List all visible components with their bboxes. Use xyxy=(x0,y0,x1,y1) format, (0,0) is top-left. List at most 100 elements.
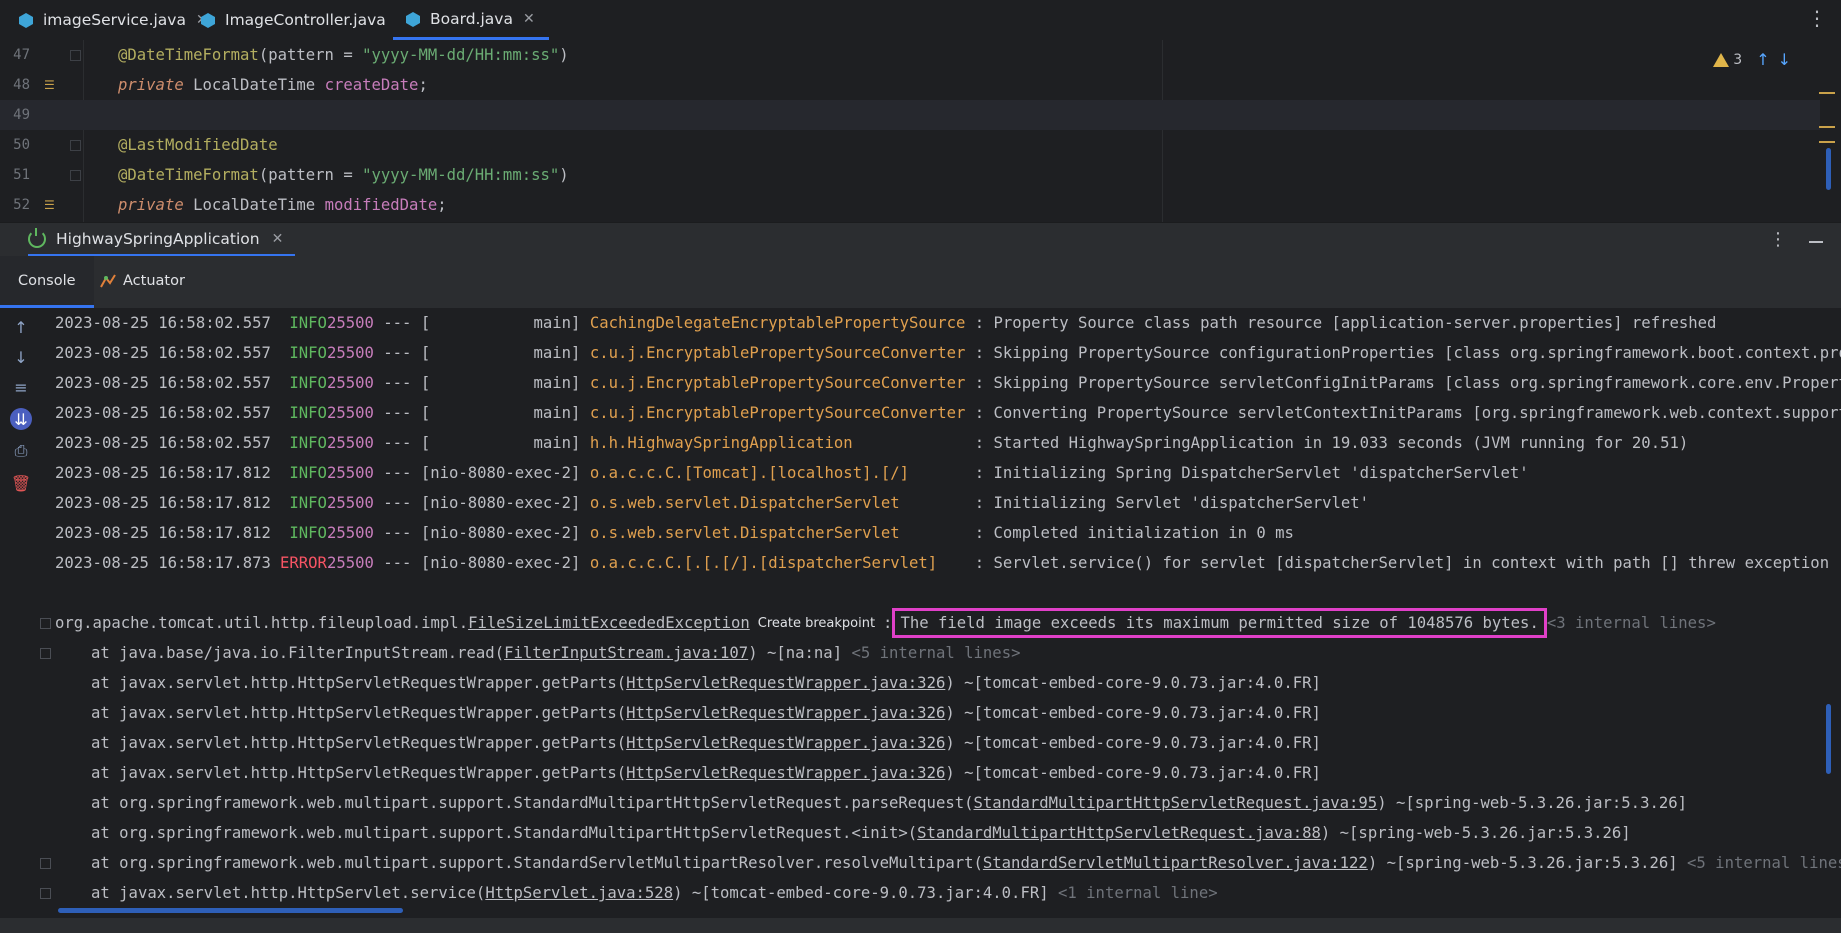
clear-all-icon[interactable]: 🗑 xyxy=(10,472,32,494)
log-pid: 25500 xyxy=(326,524,374,542)
source-link[interactable]: StandardServletMultipartResolver.java:12… xyxy=(983,854,1368,872)
warning-stripe[interactable] xyxy=(1819,141,1835,143)
stack-frame: at javax.servlet.http.HttpServletRequest… xyxy=(91,728,1321,758)
code-line: 51 @DateTimeFormat(pattern = "yyyy-MM-dd… xyxy=(0,160,1820,190)
tab-label: ImageController.java xyxy=(225,11,386,29)
scroll-up-icon[interactable]: ↑ xyxy=(10,316,32,338)
tab-actuator[interactable]: Actuator xyxy=(100,256,185,305)
scroll-down-icon[interactable]: ↓ xyxy=(10,346,32,368)
exception-line: org.apache.tomcat.util.http.fileupload.i… xyxy=(55,608,1716,638)
log-message: : Property Source class path resource [a… xyxy=(965,314,1717,332)
inspection-widget[interactable]: 3 ↑ ↓ xyxy=(1713,50,1791,69)
stack-frame: at javax.servlet.http.HttpServlet.servic… xyxy=(91,878,1218,908)
scroll-to-end-icon[interactable]: ⇊ xyxy=(10,408,32,430)
internal-lines-link[interactable]: <5 internal lines> xyxy=(851,644,1020,662)
log-message: : Servlet.service() for servlet [dispatc… xyxy=(965,554,1841,572)
console-vertical-scrollbar[interactable] xyxy=(1826,704,1831,774)
log-thread: --- [ main] xyxy=(373,314,590,332)
run-window-actions: ⋮ xyxy=(1769,229,1823,250)
stack-frame-jar: ) ~[spring-web-5.3.26.jar:5.3.26] xyxy=(1367,854,1688,872)
warning-stripe[interactable] xyxy=(1819,92,1835,94)
log-line: 2023-08-25 16:58:17.812 INFO 25500 --- [n… xyxy=(55,488,1369,518)
fold-marker[interactable] xyxy=(40,888,51,899)
source-link[interactable]: FilterInputStream.java:107 xyxy=(504,644,748,662)
power-icon xyxy=(28,227,46,248)
status-bar xyxy=(0,918,1841,933)
log-logger: o.a.c.c.C.[.[.[/].[dispatcherServlet] xyxy=(589,554,966,572)
stack-frame: at javax.servlet.http.HttpServletRequest… xyxy=(91,758,1321,788)
line-number: 47 xyxy=(13,47,30,63)
code-text: @DateTimeFormat(pattern = "yyyy-MM-dd/HH… xyxy=(118,166,569,184)
log-level: ERROR xyxy=(279,554,327,572)
source-link[interactable]: HttpServletRequestWrapper.java:326 xyxy=(626,704,945,722)
exception-class-link[interactable]: FileSizeLimitExceededException xyxy=(468,614,750,632)
tab-image-service[interactable]: imageService.java ✕ xyxy=(18,0,208,40)
print-icon[interactable]: ⎙ xyxy=(10,440,32,462)
soft-wrap-icon[interactable]: ≡ xyxy=(10,376,32,398)
log-level: INFO xyxy=(289,494,327,512)
arrow-down-icon[interactable]: ↓ xyxy=(1778,50,1791,69)
editor-scrollbar[interactable] xyxy=(1826,148,1831,190)
internal-lines-link[interactable]: <1 internal line> xyxy=(1058,884,1218,902)
log-line: 2023-08-25 16:58:02.557 INFO 25500 --- [ … xyxy=(55,428,1688,458)
fold-marker[interactable] xyxy=(70,50,81,61)
java-class-icon xyxy=(18,12,34,28)
fold-marker[interactable] xyxy=(40,648,51,659)
close-icon[interactable]: ✕ xyxy=(272,231,284,247)
log-logger: o.a.c.c.C.[Tomcat].[localhost].[/] xyxy=(589,464,966,482)
stack-frame: at javax.servlet.http.HttpServletRequest… xyxy=(91,668,1321,698)
tab-label: Console xyxy=(18,272,76,289)
code-editor[interactable]: 47 @DateTimeFormat(pattern = "yyyy-MM-dd… xyxy=(0,40,1841,222)
log-level: INFO xyxy=(289,314,327,332)
source-link[interactable]: HttpServlet.java:528 xyxy=(485,884,673,902)
stack-frame-jar: ) ~[na:na] xyxy=(748,644,852,662)
log-thread: --- [ main] xyxy=(373,344,590,362)
warning-stripe[interactable] xyxy=(1819,126,1835,128)
fold-marker[interactable] xyxy=(40,618,51,629)
fold-marker[interactable] xyxy=(70,170,81,181)
internal-lines-link[interactable]: <5 internal lines> xyxy=(1687,854,1841,872)
field-usage-icon[interactable]: ☰ xyxy=(44,78,55,92)
stack-frame-method: at javax.servlet.http.HttpServletRequest… xyxy=(91,734,627,752)
log-logger: o.s.web.servlet.DispatcherServlet xyxy=(589,494,966,512)
log-line: 2023-08-25 16:58:02.557 INFO 25500 --- [ … xyxy=(55,308,1716,338)
close-icon[interactable]: ✕ xyxy=(523,11,535,27)
source-link[interactable]: StandardMultipartHttpServletRequest.java… xyxy=(917,824,1321,842)
tab-image-controller[interactable]: ImageController.java ✕ xyxy=(200,0,408,40)
log-timestamp: 2023-08-25 16:58:02.557 xyxy=(55,404,271,422)
warning-count: 3 xyxy=(1733,51,1743,68)
arrow-up-icon[interactable]: ↑ xyxy=(1756,50,1769,69)
create-breakpoint-link[interactable]: Create breakpoint xyxy=(758,616,875,631)
console-output[interactable]: ↑ ↓ ≡ ⇊ ⎙ 🗑 2023-08-25 16:58:02.557 INFO … xyxy=(0,308,1841,918)
source-link[interactable]: HttpServletRequestWrapper.java:326 xyxy=(626,674,945,692)
source-link[interactable]: HttpServletRequestWrapper.java:326 xyxy=(626,764,945,782)
run-tab[interactable]: HighwaySpringApplication ✕ xyxy=(28,223,296,257)
log-timestamp: 2023-08-25 16:58:17.812 xyxy=(55,524,271,542)
warning-icon xyxy=(1713,52,1730,67)
more-options-icon[interactable]: ⋮ xyxy=(1807,6,1827,30)
fold-marker[interactable] xyxy=(70,140,81,151)
fold-marker[interactable] xyxy=(40,858,51,869)
field-usage-icon[interactable]: ☰ xyxy=(44,198,55,212)
java-class-icon xyxy=(200,12,216,28)
minimize-icon[interactable] xyxy=(1809,241,1823,243)
tab-board[interactable]: Board.java ✕ xyxy=(393,0,549,40)
log-thread: --- [nio-8080-exec-2] xyxy=(373,554,590,572)
source-link[interactable]: HttpServletRequestWrapper.java:326 xyxy=(626,734,945,752)
log-message: : Completed initialization in 0 ms xyxy=(965,524,1294,542)
console-side-toolbar: ↑ ↓ ≡ ⇊ ⎙ 🗑 xyxy=(0,308,40,918)
console-horizontal-scrollbar[interactable] xyxy=(58,908,403,913)
log-thread: --- [ main] xyxy=(373,404,590,422)
more-options-icon[interactable]: ⋮ xyxy=(1769,229,1787,250)
internal-lines-link[interactable]: <3 internal lines> xyxy=(1547,614,1716,632)
source-link[interactable]: StandardMultipartHttpServletRequest.java… xyxy=(974,794,1378,812)
stack-frame-jar: ) ~[spring-web-5.3.26.jar:5.3.26] xyxy=(1320,824,1631,842)
log-timestamp: 2023-08-25 16:58:17.873 xyxy=(55,554,271,572)
tab-console[interactable]: Console xyxy=(0,256,94,308)
stack-frame-jar: ) ~[tomcat-embed-core-9.0.73.jar:4.0.FR] xyxy=(945,674,1321,692)
code-line: 48 ☰ private LocalDateTime createDate; xyxy=(0,70,1820,100)
code-line-current: 49 xyxy=(0,100,1820,130)
log-message: : Skipping PropertySource configurationP… xyxy=(965,344,1841,362)
stack-frame: at org.springframework.web.multipart.sup… xyxy=(91,848,1841,878)
log-level: INFO xyxy=(289,344,327,362)
